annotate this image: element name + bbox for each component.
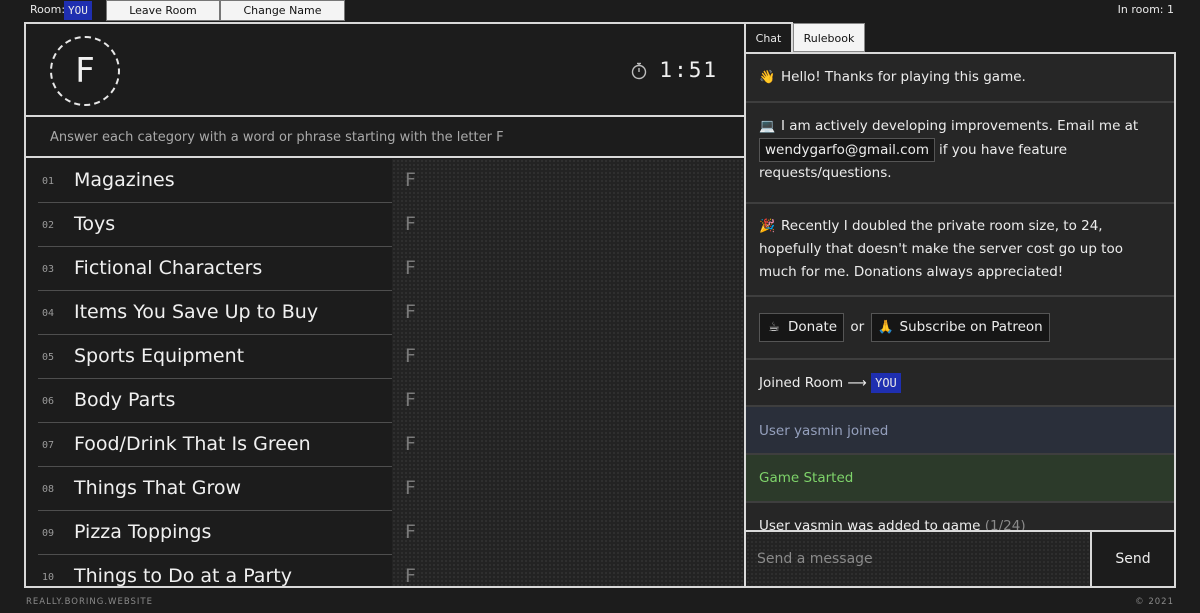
category-number: 10: [42, 572, 55, 583]
site-name: REALLY.BORING.WEBSITE: [26, 597, 153, 607]
category-list: 01 Magazines F 02 Toys F 03 Fictional Ch…: [26, 159, 744, 587]
change-name-button[interactable]: Change Name: [220, 0, 345, 21]
category-number: 06: [42, 396, 55, 407]
answer-prefix-letter: F: [405, 433, 416, 455]
category-row: 08 Things That Grow F: [38, 467, 744, 511]
answer-input[interactable]: F: [392, 159, 744, 203]
category-row: 02 Toys F: [38, 203, 744, 247]
category-number: 04: [42, 308, 55, 319]
waving-hand-icon: 👋: [759, 70, 776, 85]
instructions-text: Answer each category with a word or phra…: [26, 119, 744, 158]
chat-message: Joined Room ⟶ YOU: [746, 360, 1174, 407]
message-text: Game Started: [759, 470, 854, 486]
category-name: Sports Equipment: [74, 345, 245, 367]
category-name: Toys: [74, 213, 116, 235]
answer-input[interactable]: F: [392, 335, 744, 379]
category-row: 03 Fictional Characters F: [38, 247, 744, 291]
letter-header: F 1:51: [26, 24, 744, 117]
answer-input[interactable]: F: [392, 247, 744, 291]
player-count: (1/24): [984, 518, 1026, 530]
system-message: User yasmin was added to game (1/24): [746, 503, 1174, 530]
stopwatch-icon: [631, 62, 647, 80]
in-room-count: In room: 1: [1117, 3, 1174, 16]
category-number: 01: [42, 176, 55, 187]
category-name: Body Parts: [74, 389, 176, 411]
answer-input[interactable]: F: [392, 511, 744, 555]
system-message: User yasmin joined: [746, 407, 1174, 455]
chat-message: 🎉 Recently I doubled the private room siz…: [746, 204, 1174, 297]
answer-prefix-letter: F: [405, 565, 416, 587]
category-name: Pizza Toppings: [74, 521, 212, 543]
praying-hands-icon: 🙏: [877, 320, 894, 335]
category-number: 05: [42, 352, 55, 363]
category-name: Items You Save Up to Buy: [74, 301, 319, 323]
message-input[interactable]: [746, 532, 1090, 586]
patreon-button[interactable]: 🙏 Subscribe on Patreon: [870, 313, 1050, 342]
message-text: Recently I doubled the private room size…: [759, 218, 1123, 280]
room-label: Room:: [30, 3, 66, 16]
message-text: User yasmin was added to game: [759, 518, 981, 530]
answer-prefix-letter: F: [405, 521, 416, 543]
tab-chat[interactable]: Chat: [744, 22, 793, 54]
donate-label: Donate: [788, 319, 838, 335]
category-number: 07: [42, 440, 55, 451]
category-row: 07 Food/Drink That Is Green F: [38, 423, 744, 467]
answer-input[interactable]: F: [392, 467, 744, 511]
message-composer: Send: [744, 530, 1176, 588]
answer-prefix-letter: F: [405, 257, 416, 279]
message-text: Hello! Thanks for playing this game.: [781, 69, 1026, 85]
category-name: Things to Do at a Party: [74, 565, 292, 587]
send-button[interactable]: Send: [1090, 532, 1174, 586]
copyright: © 2021: [1135, 597, 1174, 607]
email-link[interactable]: wendygarfo@gmail.com: [759, 138, 935, 162]
answer-input[interactable]: F: [392, 203, 744, 247]
chat-message: 💻 I am actively developing improvements. …: [746, 103, 1174, 204]
category-row: 10 Things to Do at a Party F: [38, 555, 744, 587]
donate-button[interactable]: ☕ Donate: [759, 313, 845, 342]
category-row: 05 Sports Equipment F: [38, 335, 744, 379]
current-letter: F: [50, 36, 120, 106]
category-row: 04 Items You Save Up to Buy F: [38, 291, 744, 335]
countdown-timer: 1:51: [659, 58, 718, 82]
answer-input[interactable]: F: [392, 555, 744, 587]
answer-prefix-letter: F: [405, 213, 416, 235]
category-name: Things That Grow: [74, 477, 242, 499]
answer-prefix-letter: F: [405, 477, 416, 499]
category-row: 09 Pizza Toppings F: [38, 511, 744, 555]
category-number: 02: [42, 220, 55, 231]
leave-room-button[interactable]: Leave Room: [106, 0, 220, 21]
answer-input[interactable]: F: [392, 379, 744, 423]
chat-message: 👋 Hello! Thanks for playing this game.: [746, 54, 1174, 103]
laptop-icon: 💻: [759, 119, 776, 134]
party-popper-icon: 🎉: [759, 219, 776, 234]
system-message: Game Started: [746, 455, 1174, 503]
answer-input[interactable]: F: [392, 291, 744, 335]
category-number: 03: [42, 264, 55, 275]
category-number: 08: [42, 484, 55, 495]
answer-prefix-letter: F: [405, 169, 416, 191]
message-text: Joined Room ⟶: [759, 375, 867, 391]
patreon-label: Subscribe on Patreon: [899, 319, 1043, 335]
or-text: or: [850, 319, 865, 335]
category-row: 01 Magazines F: [38, 159, 744, 203]
room-name-badge: YOU: [64, 1, 92, 20]
room-name-badge: YOU: [871, 373, 901, 393]
category-name: Food/Drink That Is Green: [74, 433, 311, 455]
top-bar: Room: YOU Leave Room Change Name In room…: [0, 0, 1200, 21]
message-text: User yasmin joined: [759, 423, 889, 439]
answer-prefix-letter: F: [405, 301, 416, 323]
answer-prefix-letter: F: [405, 389, 416, 411]
message-text: I am actively developing improvements. E…: [781, 118, 1139, 134]
tab-rulebook[interactable]: Rulebook: [793, 23, 865, 52]
coffee-icon: ☕: [768, 320, 780, 335]
answer-input[interactable]: F: [392, 423, 744, 467]
answer-prefix-letter: F: [405, 345, 416, 367]
category-name: Magazines: [74, 169, 175, 191]
category-name: Fictional Characters: [74, 257, 263, 279]
category-row: 06 Body Parts F: [38, 379, 744, 423]
chat-message: ☕ Donate or 🙏 Subscribe on Patreon: [746, 297, 1174, 360]
category-number: 09: [42, 528, 55, 539]
chat-log[interactable]: 👋 Hello! Thanks for playing this game. 💻 I…: [744, 52, 1176, 530]
game-panel: F 1:51 Answer each category with a word …: [24, 22, 746, 588]
